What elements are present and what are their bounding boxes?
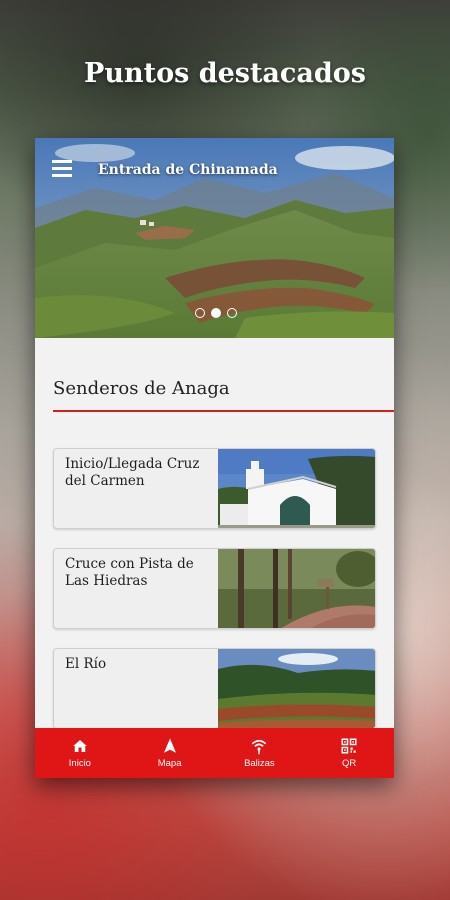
hero-image[interactable]: Entrada de Chinamada xyxy=(35,138,394,338)
beacon-signal-icon xyxy=(252,739,267,755)
carousel-dot-3[interactable] xyxy=(227,308,237,318)
list-item[interactable]: Inicio/Llegada Cruz del Carmen xyxy=(53,448,376,529)
section-divider xyxy=(53,410,394,412)
nav-balizas[interactable]: Balizas xyxy=(215,728,305,778)
nav-inicio[interactable]: Inicio xyxy=(35,728,125,778)
home-icon xyxy=(73,740,87,752)
nav-mapa[interactable]: Mapa xyxy=(125,728,215,778)
nav-label: Inicio xyxy=(68,758,91,769)
app-screen: Entrada de Chinamada Senderos de Anaga I… xyxy=(35,138,394,778)
list-item-title: Cruce con Pista de Las Hiedras xyxy=(65,556,194,589)
section-title: Senderos de Anaga xyxy=(53,378,230,399)
nav-label: Balizas xyxy=(244,758,275,769)
bottom-navigation: Inicio Mapa Balizas QR xyxy=(35,728,394,778)
list-item[interactable]: El Río xyxy=(53,648,376,729)
terraced-fields-photo xyxy=(218,649,375,728)
hamburger-menu-icon[interactable] xyxy=(52,160,74,178)
list-item-title: El Río xyxy=(65,656,107,672)
list-item[interactable]: Cruce con Pista de Las Hiedras xyxy=(53,548,376,629)
list-item-title: Inicio/Llegada Cruz del Carmen xyxy=(65,456,200,489)
forest-path-photo xyxy=(218,549,375,628)
nav-label: QR xyxy=(342,758,357,769)
carousel-dot-1[interactable] xyxy=(195,308,205,318)
qr-code-icon xyxy=(341,738,357,754)
carousel-indicator xyxy=(195,308,237,318)
white-chapel-photo xyxy=(218,449,375,528)
nav-qr[interactable]: QR xyxy=(304,728,394,778)
page-headline: Puntos destacados xyxy=(84,58,366,89)
hero-title: Entrada de Chinamada xyxy=(98,162,278,178)
nav-label: Mapa xyxy=(157,758,182,769)
navigation-arrow-icon xyxy=(163,738,176,753)
carousel-dot-2[interactable] xyxy=(211,308,221,318)
